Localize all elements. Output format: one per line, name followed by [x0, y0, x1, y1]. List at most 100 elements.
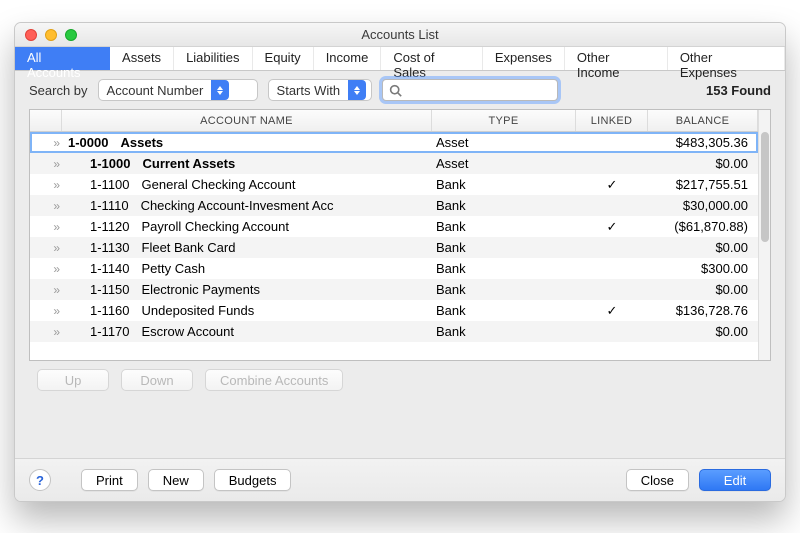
expand-icon[interactable]: » — [35, 283, 60, 297]
linked-cell — [576, 195, 648, 216]
balance-cell: $0.00 — [648, 153, 758, 174]
scroll-thumb[interactable] — [761, 132, 769, 242]
linked-cell — [576, 258, 648, 279]
account-code: 1-1160 — [90, 303, 130, 318]
balance-cell: ($61,870.88) — [648, 216, 758, 237]
tab-assets[interactable]: Assets — [110, 47, 174, 70]
account-type: Asset — [432, 153, 576, 174]
table-row[interactable]: »1-1150Electronic PaymentsBank$0.00 — [30, 279, 758, 300]
new-button[interactable]: New — [148, 469, 204, 491]
accounts-list-window: Accounts List All Accounts Assets Liabil… — [14, 22, 786, 502]
account-code: 1-0000 — [68, 135, 108, 150]
search-bar: Search by Account Number Starts With 153… — [15, 71, 785, 107]
down-button[interactable]: Down — [121, 369, 193, 391]
account-name: Current Assets — [142, 156, 235, 171]
budgets-button[interactable]: Budgets — [214, 469, 292, 491]
table-row[interactable]: » 1-1100 General Checking Account Bank✓$217… — [30, 174, 758, 195]
expand-icon[interactable]: » — [35, 241, 60, 255]
account-type: Bank — [432, 321, 576, 342]
search-input[interactable] — [406, 83, 551, 98]
expand-icon[interactable]: » — [35, 262, 60, 276]
linked-cell — [576, 132, 648, 153]
titlebar: Accounts List — [15, 23, 785, 47]
account-type: Bank — [432, 258, 576, 279]
account-name: General Checking Account — [142, 177, 296, 192]
window-title: Accounts List — [15, 27, 785, 42]
linked-cell: ✓ — [576, 216, 648, 237]
account-name: Checking Account-Invesment Acc — [141, 198, 334, 213]
linked-cell — [576, 321, 648, 342]
account-category-tabs: All Accounts Assets Liabilities Equity I… — [15, 47, 785, 71]
search-by-label: Search by — [29, 83, 88, 98]
table-header: ACCOUNT NAME TYPE LINKED BALANCE — [30, 110, 758, 132]
tab-liabilities[interactable]: Liabilities — [174, 47, 252, 70]
linked-cell — [576, 153, 648, 174]
table-row[interactable]: » 1-1000 Current Assets Asset $0.00 — [30, 153, 758, 174]
expand-icon[interactable]: » — [35, 199, 60, 213]
account-code: 1-1170 — [90, 324, 130, 339]
account-code: 1-1140 — [90, 261, 130, 276]
linked-cell — [576, 237, 648, 258]
expand-icon[interactable]: » — [35, 178, 60, 192]
balance-cell: $0.00 — [648, 237, 758, 258]
search-match-select[interactable]: Starts With — [268, 79, 372, 101]
vertical-scrollbar[interactable] — [758, 110, 770, 360]
expand-icon[interactable]: » — [35, 157, 60, 171]
tab-other-expenses[interactable]: Other Expenses — [668, 47, 785, 70]
table-row[interactable]: »1-1130Fleet Bank CardBank$0.00 — [30, 237, 758, 258]
search-input-wrapper[interactable] — [382, 79, 558, 101]
col-linked[interactable]: LINKED — [576, 110, 648, 131]
linked-cell: ✓ — [576, 174, 648, 195]
account-type: Bank — [432, 195, 576, 216]
balance-cell: $217,755.51 — [648, 174, 758, 195]
balance-cell: $483,305.36 — [648, 132, 758, 153]
tab-income[interactable]: Income — [314, 47, 382, 70]
account-type: Bank — [432, 174, 576, 195]
account-code: 1-1100 — [90, 177, 130, 192]
expand-icon[interactable]: » — [53, 136, 60, 150]
tab-all-accounts[interactable]: All Accounts — [15, 47, 110, 70]
edit-button[interactable]: Edit — [699, 469, 771, 491]
tab-expenses[interactable]: Expenses — [483, 47, 565, 70]
table-row[interactable]: »1-1120Payroll Checking AccountBank✓($61… — [30, 216, 758, 237]
tab-equity[interactable]: Equity — [253, 47, 314, 70]
account-name: Assets — [120, 135, 163, 150]
account-type: Bank — [432, 237, 576, 258]
account-type: Bank — [432, 216, 576, 237]
account-name: Escrow Account — [142, 324, 235, 339]
search-field-select[interactable]: Account Number — [98, 79, 258, 101]
expand-icon[interactable]: » — [35, 304, 60, 318]
col-balance[interactable]: BALANCE — [648, 110, 758, 131]
accounts-table: ACCOUNT NAME TYPE LINKED BALANCE » 1-0000… — [29, 109, 771, 361]
help-button[interactable]: ? — [29, 469, 51, 491]
table-row[interactable]: » 1-1170 Escrow Account Bank $0.00 — [30, 321, 758, 342]
account-code: 1-1130 — [90, 240, 130, 255]
col-account-name[interactable]: ACCOUNT NAME — [62, 110, 432, 131]
table-row[interactable]: »1-1160Undeposited FundsBank✓$136,728.76 — [30, 300, 758, 321]
search-icon — [389, 84, 402, 97]
tab-other-income[interactable]: Other Income — [565, 47, 668, 70]
account-code: 1-1120 — [90, 219, 130, 234]
balance-cell: $136,728.76 — [648, 300, 758, 321]
table-row[interactable]: » 1-0000 Assets Asset $483,305.36 — [30, 132, 758, 153]
account-name: Undeposited Funds — [142, 303, 255, 318]
account-name: Petty Cash — [142, 261, 206, 276]
chevron-updown-icon — [211, 80, 229, 100]
up-button[interactable]: Up — [37, 369, 109, 391]
col-type[interactable]: TYPE — [432, 110, 576, 131]
tab-cost-of-sales[interactable]: Cost of Sales — [381, 47, 482, 70]
table-row[interactable]: » 1-1110 Checking Account-Invesment Acc Ban… — [30, 195, 758, 216]
expand-icon[interactable]: » — [35, 325, 60, 339]
expand-icon[interactable]: » — [35, 220, 60, 234]
account-type: Asset — [432, 132, 576, 153]
table-row[interactable]: » 1-1140 Petty Cash Bank $300.00 — [30, 258, 758, 279]
combine-accounts-button[interactable]: Combine Accounts — [205, 369, 343, 391]
close-button[interactable]: Close — [626, 469, 689, 491]
print-button[interactable]: Print — [81, 469, 138, 491]
balance-cell: $0.00 — [648, 321, 758, 342]
balance-cell: $0.00 — [648, 279, 758, 300]
bottom-toolbar: ? Print New Budgets Close Edit — [15, 458, 785, 501]
balance-cell: $300.00 — [648, 258, 758, 279]
account-code: 1-1000 — [90, 156, 130, 171]
account-code: 1-1110 — [90, 198, 129, 213]
